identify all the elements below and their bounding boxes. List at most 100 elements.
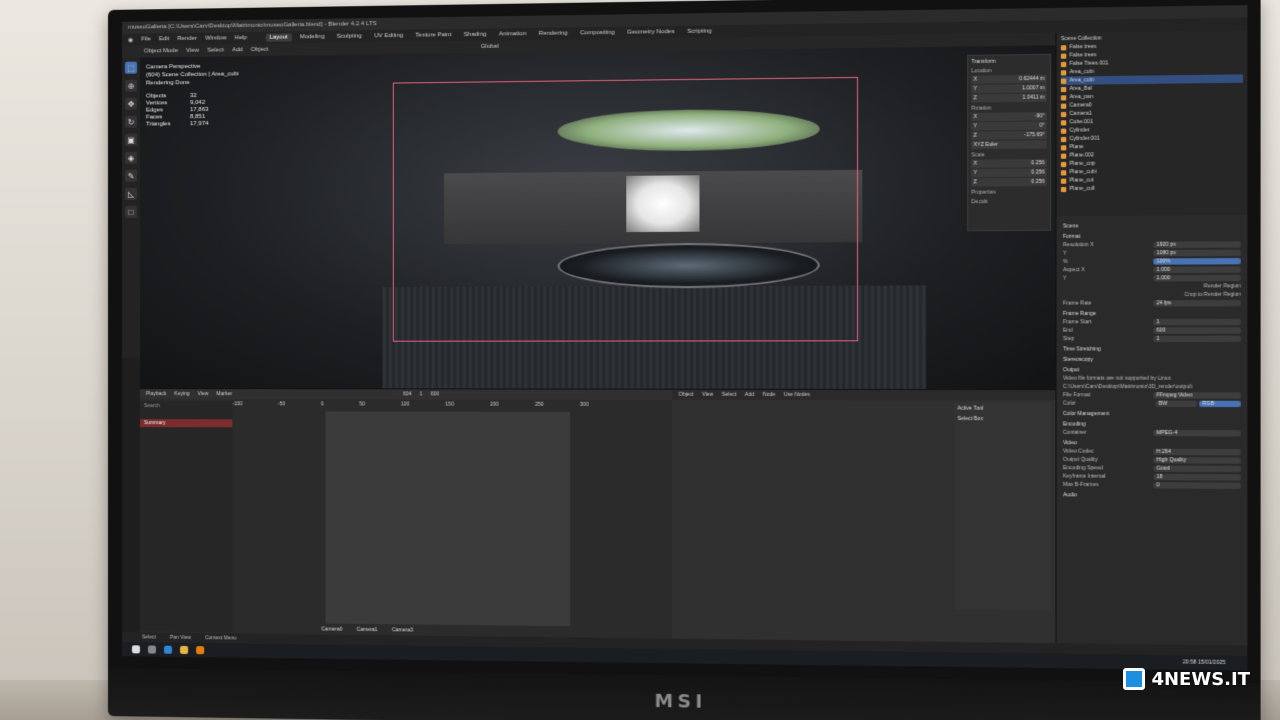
location-y-field[interactable]: Y 1.0007 m bbox=[971, 84, 1047, 94]
props-audio[interactable]: Audio bbox=[1063, 492, 1241, 499]
edge-icon[interactable] bbox=[164, 645, 173, 654]
video-codec-select[interactable]: H.264 bbox=[1153, 448, 1241, 456]
resolution-y-field[interactable]: 1080 px bbox=[1153, 249, 1241, 257]
tab-compositing[interactable]: Compositing bbox=[576, 29, 619, 38]
timeline-summary[interactable]: Summary bbox=[139, 419, 233, 428]
output-path-field[interactable]: C:\Users\Carv\Desktop\Matrimonio\3D_rend… bbox=[1063, 384, 1241, 390]
tab-geometry-nodes[interactable]: Geometry Nodes bbox=[623, 28, 679, 37]
decals-section[interactable]: Decals bbox=[971, 199, 1046, 205]
props-stereoscopy[interactable]: Stereoscopy bbox=[1063, 357, 1241, 363]
header-select[interactable]: Select bbox=[207, 47, 224, 53]
rotation-mode-select[interactable]: XYZ Euler bbox=[971, 140, 1047, 150]
tab-shading[interactable]: Shading bbox=[460, 31, 491, 40]
outliner-item[interactable]: Plane_cull bbox=[1060, 184, 1243, 194]
select-box-tool[interactable]: Select Box bbox=[957, 416, 1047, 422]
scale-x-field[interactable]: X 0.256 bbox=[971, 158, 1047, 168]
node-select-menu[interactable]: Select bbox=[722, 392, 737, 398]
marker-camera1[interactable]: Camera1 bbox=[357, 627, 378, 633]
container-select[interactable]: MPEG-4 bbox=[1153, 429, 1241, 437]
3d-viewport[interactable]: Camera Perspective (604) Scene Collectio… bbox=[139, 45, 1056, 390]
menu-help[interactable]: Help bbox=[235, 35, 247, 41]
node-view-menu[interactable]: View bbox=[702, 392, 713, 398]
timeline-keying-menu[interactable]: Keying bbox=[174, 391, 189, 397]
render-region-checkbox[interactable]: Render Region bbox=[1063, 283, 1241, 290]
output-quality-select[interactable]: High Quality bbox=[1153, 457, 1241, 464]
properties-section[interactable]: Properties bbox=[971, 189, 1046, 196]
scale-tool-icon[interactable]: ▣ bbox=[124, 133, 137, 146]
frame-end-field[interactable]: 600 bbox=[1153, 327, 1241, 334]
file-format-select[interactable]: FFmpeg Video bbox=[1153, 392, 1241, 399]
blender-logo-icon[interactable]: ◉ bbox=[128, 36, 133, 43]
blender-taskbar-icon[interactable] bbox=[196, 646, 205, 655]
folder-icon[interactable] bbox=[180, 645, 189, 655]
encoding-speed-select[interactable]: Good bbox=[1153, 465, 1241, 473]
search-icon[interactable] bbox=[147, 645, 156, 654]
node-node-menu[interactable]: Node bbox=[763, 392, 776, 398]
props-encoding[interactable]: Encoding bbox=[1063, 421, 1241, 428]
start-frame-field[interactable]: 1 bbox=[420, 391, 423, 397]
tab-animation[interactable]: Animation bbox=[495, 30, 531, 39]
frame-rate-select[interactable]: 24 fps bbox=[1153, 300, 1241, 307]
scale-y-field[interactable]: Y 0.256 bbox=[971, 168, 1047, 178]
frame-start-field[interactable]: 1 bbox=[1153, 318, 1241, 326]
current-frame-field[interactable]: 604 bbox=[403, 391, 412, 397]
tab-sculpting[interactable]: Sculpting bbox=[333, 32, 366, 41]
tab-scripting[interactable]: Scripting bbox=[683, 27, 716, 36]
timeline-marker-menu[interactable]: Marker bbox=[217, 391, 233, 397]
transform-orientation[interactable]: Global bbox=[481, 44, 499, 50]
tab-modeling[interactable]: Modeling bbox=[296, 33, 329, 42]
color-bw-button[interactable]: BW bbox=[1155, 400, 1197, 407]
end-frame-field[interactable]: 600 bbox=[431, 391, 440, 397]
menu-edit[interactable]: Edit bbox=[159, 36, 169, 42]
location-x-field[interactable]: X 0.62444 m bbox=[971, 74, 1047, 84]
props-output-section[interactable]: Output bbox=[1063, 367, 1241, 373]
menu-window[interactable]: Window bbox=[205, 35, 226, 41]
aspect-x-field[interactable]: 1.000 bbox=[1153, 266, 1241, 274]
props-color-management[interactable]: Color Management bbox=[1063, 411, 1241, 418]
header-view[interactable]: View bbox=[186, 48, 199, 54]
menu-file[interactable]: File bbox=[141, 36, 151, 42]
tab-texture-paint[interactable]: Texture Paint bbox=[411, 31, 455, 40]
keyframe-interval-field[interactable]: 18 bbox=[1153, 473, 1241, 481]
max-b-frames-field[interactable]: 0 bbox=[1153, 482, 1241, 489]
color-rgb-button[interactable]: RGB bbox=[1199, 400, 1241, 408]
aspect-y-field[interactable]: 1.000 bbox=[1153, 274, 1241, 282]
add-cube-tool-icon[interactable]: □ bbox=[124, 205, 137, 218]
rotation-y-field[interactable]: Y 0° bbox=[971, 121, 1047, 131]
cursor-tool-icon[interactable]: ⊕ bbox=[124, 79, 137, 92]
tab-layout[interactable]: Layout bbox=[265, 33, 292, 42]
timeline-search[interactable]: Search bbox=[140, 401, 232, 411]
node-editor[interactable]: Object View Select Add Node Use Nodes Ac… bbox=[672, 388, 1056, 656]
props-video[interactable]: Video bbox=[1063, 440, 1241, 447]
menu-render[interactable]: Render bbox=[177, 36, 197, 42]
scale-z-field[interactable]: Z 0.256 bbox=[971, 177, 1047, 187]
timeline-view-menu[interactable]: View bbox=[198, 391, 209, 397]
props-time-stretching[interactable]: Time Stretching bbox=[1063, 346, 1241, 352]
tab-rendering[interactable]: Rendering bbox=[535, 29, 572, 38]
rotate-tool-icon[interactable]: ↻ bbox=[124, 115, 137, 128]
crop-checkbox[interactable]: Crop to Render Region bbox=[1063, 292, 1240, 299]
move-tool-icon[interactable]: ✥ bbox=[124, 97, 137, 110]
frame-step-field[interactable]: 1 bbox=[1153, 335, 1241, 343]
header-object[interactable]: Object bbox=[251, 47, 269, 53]
marker-camera0[interactable]: Camera0 bbox=[321, 626, 342, 632]
props-frame-range-section[interactable]: Frame Range bbox=[1063, 311, 1241, 317]
measure-tool-icon[interactable]: ◺ bbox=[124, 187, 137, 200]
annotate-tool-icon[interactable]: ✎ bbox=[124, 169, 137, 182]
resolution-x-field[interactable]: 1920 px bbox=[1153, 241, 1241, 248]
node-object-select[interactable]: Object bbox=[679, 392, 694, 398]
windows-start-icon[interactable] bbox=[131, 645, 140, 654]
use-nodes-checkbox[interactable]: Use Nodes bbox=[784, 392, 810, 398]
tab-uv-editing[interactable]: UV Editing bbox=[370, 32, 407, 41]
rotation-z-field[interactable]: Z -175.69° bbox=[971, 130, 1047, 140]
select-tool-icon[interactable]: ⬚ bbox=[124, 61, 137, 74]
timeline-playback-menu[interactable]: Playback bbox=[146, 391, 166, 397]
props-format-section[interactable]: Format bbox=[1063, 233, 1241, 240]
header-add[interactable]: Add bbox=[232, 47, 243, 53]
timeline-editor[interactable]: Playback Keying View Marker 604 1 600 Se… bbox=[139, 388, 673, 651]
marker-camera3[interactable]: Camera3 bbox=[392, 627, 413, 633]
rotation-x-field[interactable]: X -90° bbox=[971, 112, 1047, 122]
transform-tool-icon[interactable]: ◈ bbox=[124, 151, 137, 164]
location-z-field[interactable]: Z 1.0411 m bbox=[971, 93, 1047, 103]
resolution-percent-field[interactable]: 100% bbox=[1153, 258, 1241, 265]
